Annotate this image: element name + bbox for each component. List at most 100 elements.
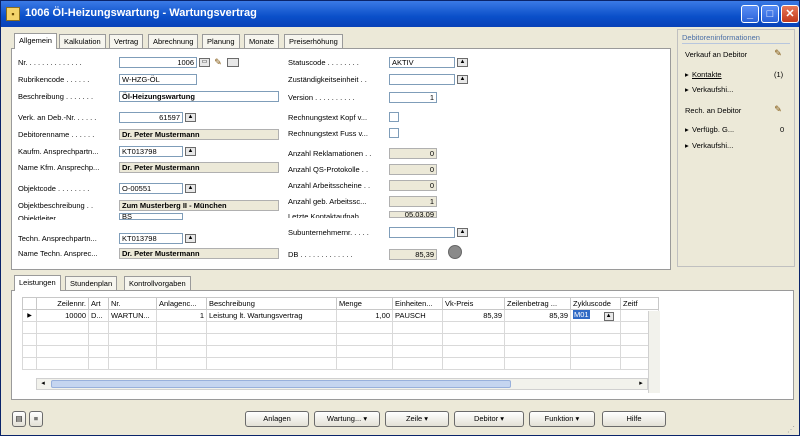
horizontal-scrollbar[interactable]: ◂ ▸ (36, 378, 648, 390)
table-row[interactable] (22, 333, 659, 346)
table-row[interactable]: ▶ 10000 D... WARTUN... 1 Leistung lt. Wa… (22, 309, 659, 322)
cell-zeilenbetrag[interactable]: 85,39 (504, 309, 571, 322)
statuscode-label: Statuscode . . . . . . . . (288, 58, 359, 67)
col-header-art[interactable]: Art (88, 297, 109, 310)
tab-monate[interactable]: Monate (244, 34, 280, 48)
cell-anlagencode[interactable]: 1 (156, 309, 207, 322)
name-techn-label: Name Techn. Ansprec... (18, 249, 98, 258)
verk-an-deb-label: Verk. an Deb.-Nr. . . . . . (18, 113, 97, 122)
cell-zykluscode[interactable]: M01 ▲ (570, 309, 621, 322)
menu-icon-button[interactable]: ≡ (29, 411, 43, 427)
funktion-menu-button[interactable]: Funktion ▾ (529, 411, 595, 427)
tab-allgemein[interactable]: Allgemein (14, 33, 57, 49)
objektcode-field[interactable]: O-00551 (119, 183, 183, 194)
blank-button[interactable] (227, 58, 239, 67)
zustaendigkeit-dropdown-icon[interactable]: ▲ (457, 75, 468, 84)
scroll-thumb[interactable] (51, 380, 511, 388)
rech-heading: Rech. an Debitor (685, 106, 742, 115)
tab-stundenplan[interactable]: Stundenplan (65, 276, 118, 290)
vertical-scrollbar[interactable] (648, 311, 660, 393)
verk-an-deb-field[interactable]: 61597 (119, 112, 183, 123)
zykluscode-dropdown-icon[interactable]: ▲ (603, 312, 614, 321)
col-header-menge[interactable]: Menge (336, 297, 393, 310)
tab-vertrag[interactable]: Vertrag (109, 34, 144, 48)
cell-art[interactable]: D... (88, 309, 109, 322)
assist-edit-icon[interactable]: ▭ (199, 58, 210, 67)
row-pointer-icon[interactable]: ▶ (22, 309, 37, 322)
col-header-zykluscode[interactable]: Zykluscode (570, 297, 621, 310)
page-icon-button[interactable]: ▤ (12, 411, 26, 427)
tab-leistungen[interactable]: Leistungen (14, 275, 61, 291)
hilfe-button[interactable]: Hilfe (602, 411, 666, 427)
zeile-menu-button[interactable]: Zeile ▾ (385, 411, 449, 427)
statuscode-field[interactable]: AKTIV (389, 57, 455, 68)
pencil-icon[interactable]: ✎ (212, 56, 224, 68)
table-row[interactable] (22, 345, 659, 358)
kontakte-bullet: ▸ (685, 70, 689, 79)
version-field[interactable]: 1 (389, 92, 437, 103)
col-header-zeilenbetrag[interactable]: Zeilenbetrag ... (504, 297, 571, 310)
verkaufshi-link-2[interactable]: Verkaufshi... (692, 141, 733, 150)
statuscode-dropdown-icon[interactable]: ▲ (457, 58, 468, 67)
col-header-nr[interactable]: Nr. (108, 297, 157, 310)
techn-ansprech-lookup-icon[interactable]: ▲ (185, 234, 196, 243)
tab-preiserhoehung[interactable]: Preiserhöhung (284, 34, 343, 48)
arbeitsscheine-field: 0 (389, 180, 437, 191)
beschreibung-field[interactable]: Öl-Heizungswartung (119, 91, 279, 102)
resize-grip-icon[interactable]: ⋰ (787, 425, 797, 435)
anlagen-button[interactable]: Anlagen (245, 411, 309, 427)
col-header-zeilennr[interactable]: Zeilennr. (36, 297, 89, 310)
cell-menge[interactable]: 1,00 (336, 309, 393, 322)
tab-kalkulation[interactable]: Kalkulation (59, 34, 106, 48)
rt-fuss-checkbox[interactable] (389, 128, 399, 138)
objektbeschreibung-field: Zum Musterberg II - München (119, 200, 279, 211)
nr-field[interactable]: 1006 (119, 57, 197, 68)
close-button[interactable]: ✕ (781, 5, 799, 23)
cell-vk-preis[interactable]: 85,39 (442, 309, 505, 322)
status-indicator-icon (448, 245, 462, 259)
subunternehmer-dropdown-icon[interactable]: ▲ (457, 228, 468, 237)
col-header-einheiten[interactable]: Einheiten... (392, 297, 443, 310)
zustaendigkeit-field[interactable] (389, 74, 455, 85)
col-header-zeitf[interactable]: Zeitf (620, 297, 659, 310)
rt-kopf-checkbox[interactable] (389, 112, 399, 122)
chevron-down-icon: ▾ (500, 414, 505, 423)
kontakte-link[interactable]: Kontakte (692, 70, 722, 79)
verk-an-deb-lookup-icon[interactable]: ▲ (185, 113, 196, 122)
zykluscode-value[interactable]: M01 (573, 310, 590, 319)
col-header-anlagencode[interactable]: Anlagenc... (156, 297, 207, 310)
wartung-menu-button[interactable]: Wartung... ▾ (314, 411, 380, 427)
cell-einheiten[interactable]: PAUSCH (392, 309, 443, 322)
kaufm-ansprech-label: Kaufm. Ansprechpartn... (18, 147, 99, 156)
maximize-button[interactable]: □ (761, 5, 779, 23)
debitor-menu-button[interactable]: Debitor ▾ (454, 411, 524, 427)
rubrikencode-label: Rubrikencode . . . . . . (18, 75, 90, 84)
tab-planung[interactable]: Planung (202, 34, 240, 48)
scroll-right-icon[interactable]: ▸ (635, 379, 647, 389)
kaufm-ansprech-field[interactable]: KT013798 (119, 146, 183, 157)
table-row[interactable] (22, 321, 659, 334)
cell-nr[interactable]: WARTUN... (108, 309, 157, 322)
minimize-button[interactable]: _ (741, 5, 759, 23)
beschreibung-label: Beschreibung . . . . . . . (18, 92, 94, 101)
subunternehmer-field[interactable] (389, 227, 455, 238)
col-header-vk-preis[interactable]: Vk-Preis (442, 297, 505, 310)
col-header-beschreibung[interactable]: Beschreibung (206, 297, 337, 310)
rubrikencode-field[interactable]: W-HZG-ÖL (119, 74, 197, 85)
pencil-icon[interactable]: ✎ (772, 47, 784, 59)
tab-abrechnung[interactable]: Abrechnung (148, 34, 199, 48)
table-row[interactable] (22, 357, 659, 370)
techn-ansprech-field[interactable]: KT013798 (119, 233, 183, 244)
letzte-kontakt-label: Letzte Kontaktaufnah... (288, 212, 366, 218)
cell-zeilennr[interactable]: 10000 (36, 309, 89, 322)
kaufm-ansprech-lookup-icon[interactable]: ▲ (185, 147, 196, 156)
verkauf-heading: Verkauf an Debitor (685, 50, 748, 59)
scroll-left-icon[interactable]: ◂ (37, 379, 49, 389)
pencil-icon[interactable]: ✎ (772, 103, 784, 115)
objektcode-lookup-icon[interactable]: ▲ (185, 184, 196, 193)
cell-beschreibung[interactable]: Leistung lt. Wartungsvertrag (206, 309, 337, 322)
tab-kontrollvorgaben[interactable]: Kontrollvorgaben (124, 276, 191, 290)
verkaufshi-link-1[interactable]: Verkaufshi... (692, 85, 733, 94)
objektleiter-field[interactable]: BS (119, 213, 183, 220)
verfuegb-link[interactable]: Verfügb. G... (692, 125, 734, 134)
